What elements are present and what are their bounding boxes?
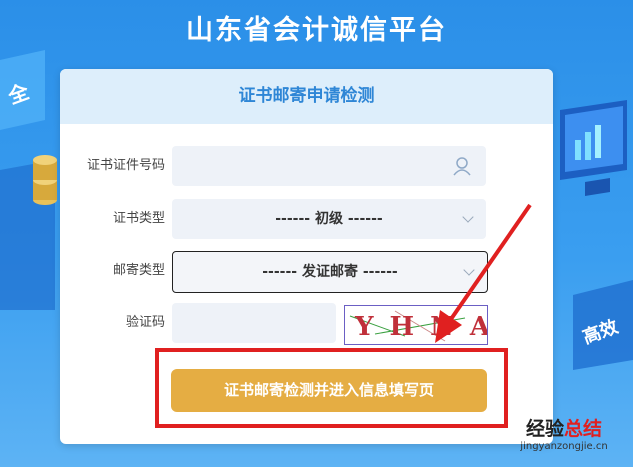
watermark-url: jingyanzongjie.cn — [520, 441, 608, 452]
annotation-arrow — [435, 203, 532, 343]
watermark-text-red: 总结 — [564, 418, 603, 440]
watermark-text-black: 经验 — [525, 418, 564, 440]
watermark: 经验总结 jingyanzongjie.cn — [500, 418, 628, 454]
